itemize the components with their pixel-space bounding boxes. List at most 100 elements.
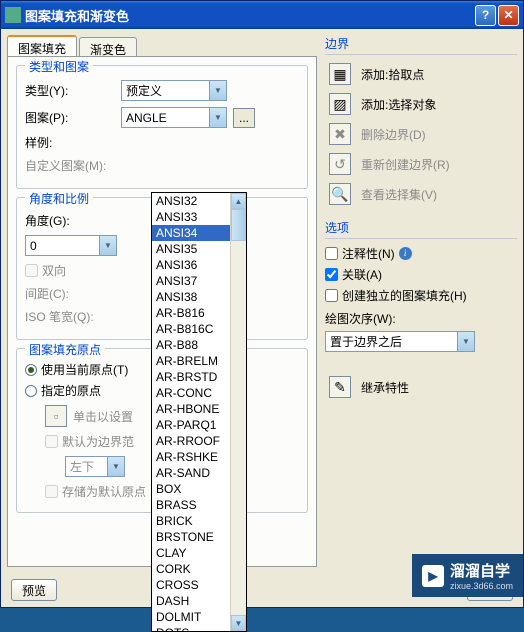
window-title: 图案填充和渐变色 [25,6,473,25]
titlebar[interactable]: 图案填充和渐变色 ? ✕ [1,1,523,29]
label-annotative: 注释性(N) [342,245,395,262]
label-specified: 指定的原点 [41,382,101,399]
right-panel: 边界 ▦添加:拾取点 ▨添加:选择对象 ✖删除边界(D) ↺重新创建边界(R) … [325,35,517,567]
select-type-value: 预定义 [126,82,162,99]
checkbox-default-scope [45,435,58,448]
dropdown-item[interactable]: BRASS [152,497,230,513]
pick-point-icon[interactable]: ▦ [329,63,351,85]
dropdown-item[interactable]: AR-BRSTD [152,369,230,385]
label-draw-order: 绘图次序(W): [325,310,517,327]
title-boundary: 边界 [325,35,517,55]
label-type: 类型(Y): [25,82,115,99]
label-iso-pen: ISO 笔宽(Q): [25,308,115,325]
dropdown-item[interactable]: ANSI35 [152,241,230,257]
label-pattern: 图案(P): [25,109,115,126]
select-type[interactable]: 预定义 [121,80,227,101]
select-object-icon[interactable]: ▨ [329,93,351,115]
dropdown-item[interactable]: AR-HBONE [152,401,230,417]
dropdown-item[interactable]: DOTS [152,625,230,632]
select-draw-order[interactable]: 置于边界之后 [325,331,475,352]
help-button[interactable]: ? [475,5,496,26]
dropdown-item[interactable]: ANSI32 [152,193,230,209]
radio-empty-icon [25,385,37,397]
label-associative: 关联(A) [342,266,382,283]
legend-origin: 图案填充原点 [25,341,105,358]
label-angle: 角度(G): [25,212,115,229]
label-sample: 样例: [25,134,115,151]
checkbox-independent[interactable] [325,289,338,302]
inherit-icon[interactable]: ✎ [329,376,351,398]
label-use-current: 使用当前原点(T) [41,361,128,378]
chevron-down-icon [107,457,124,476]
dialog-body: 图案填充 渐变色 类型和图案 类型(Y): 预定义 图案(P): [1,29,523,573]
legend-type-pattern: 类型和图案 [25,58,93,75]
dropdown-item[interactable]: AR-BRELM [152,353,230,369]
label-recreate: 重新创建边界(R) [361,156,450,173]
scrollbar[interactable]: ▲ ▼ [230,193,246,631]
preview-button[interactable]: 预览 [11,579,57,601]
watermark-url: zixue.3d66.com [450,581,513,591]
select-pattern-value: ANGLE [126,111,167,125]
label-view-set: 查看选择集(V) [361,186,437,203]
label-add-pick[interactable]: 添加:拾取点 [361,66,424,83]
browse-pattern-button[interactable]: ... [233,108,255,128]
label-add-select[interactable]: 添加:选择对象 [361,96,436,113]
dropdown-item[interactable]: AR-B816C [152,321,230,337]
dropdown-item[interactable]: BOX [152,481,230,497]
checkbox-save-default [45,485,58,498]
close-button[interactable]: ✕ [498,5,519,26]
dropdown-item[interactable]: CORK [152,561,230,577]
label-inherit[interactable]: 继承特性 [361,379,409,396]
scroll-down-button[interactable]: ▼ [231,615,246,631]
select-lower-left-value: 左下 [70,458,94,475]
delete-boundary-icon: ✖ [329,123,351,145]
label-save-default: 存储为默认原点 [62,483,146,500]
scroll-thumb[interactable] [231,209,246,241]
dropdown-item[interactable]: AR-PARQ1 [152,417,230,433]
dropdown-item[interactable]: AR-SAND [152,465,230,481]
dropdown-item[interactable]: ANSI33 [152,209,230,225]
recreate-icon: ↺ [329,153,351,175]
dropdown-item[interactable]: CLAY [152,545,230,561]
checkbox-associative[interactable] [325,268,338,281]
dropdown-item[interactable]: ANSI38 [152,289,230,305]
dropdown-item[interactable]: AR-RSHKE [152,449,230,465]
click-set-icon: ▫ [45,405,67,427]
select-angle-value: 0 [30,239,37,253]
tab-hatch[interactable]: 图案填充 [7,35,77,56]
dropdown-item[interactable]: DASH [152,593,230,609]
chevron-down-icon [209,108,226,127]
dropdown-item[interactable]: ANSI34 [152,225,230,241]
dropdown-item[interactable]: AR-RROOF [152,433,230,449]
dropdown-item[interactable]: BRICK [152,513,230,529]
watermark-text: 溜溜自学 [450,560,513,581]
label-spacing: 间距(C): [25,285,115,302]
dropdown-item[interactable]: CROSS [152,577,230,593]
dropdown-item[interactable]: ANSI37 [152,273,230,289]
group-type-pattern: 类型和图案 类型(Y): 预定义 图案(P): ANGLE [16,65,308,189]
label-custom-pattern: 自定义图案(M): [25,157,135,174]
radio-dot-icon [25,364,37,376]
scroll-up-button[interactable]: ▲ [231,193,246,209]
dropdown-item[interactable]: AR-CONC [152,385,230,401]
label-delete: 删除边界(D) [361,126,426,143]
dropdown-item[interactable]: BRSTONE [152,529,230,545]
dropdown-item[interactable]: ANSI36 [152,257,230,273]
pattern-dropdown-list[interactable]: ANSI32ANSI33ANSI34ANSI35ANSI36ANSI37ANSI… [151,192,247,632]
watermark: ▶ 溜溜自学 zixue.3d66.com [412,554,523,597]
select-angle[interactable]: 0 [25,235,117,256]
dropdown-item[interactable]: DOLMIT [152,609,230,625]
label-click-set: 单击以设置 [73,408,133,425]
tab-gradient[interactable]: 渐变色 [79,37,137,56]
chevron-down-icon [209,81,226,100]
checkbox-double [25,264,38,277]
play-icon: ▶ [422,565,444,587]
select-lower-left: 左下 [65,456,125,477]
select-pattern[interactable]: ANGLE [121,107,227,128]
info-icon[interactable]: i [399,247,412,260]
dropdown-item[interactable]: AR-B816 [152,305,230,321]
tab-strip: 图案填充 渐变色 [7,35,317,57]
checkbox-annotative[interactable] [325,247,338,260]
dropdown-item[interactable]: AR-B88 [152,337,230,353]
label-default-scope: 默认为边界范 [62,433,134,450]
